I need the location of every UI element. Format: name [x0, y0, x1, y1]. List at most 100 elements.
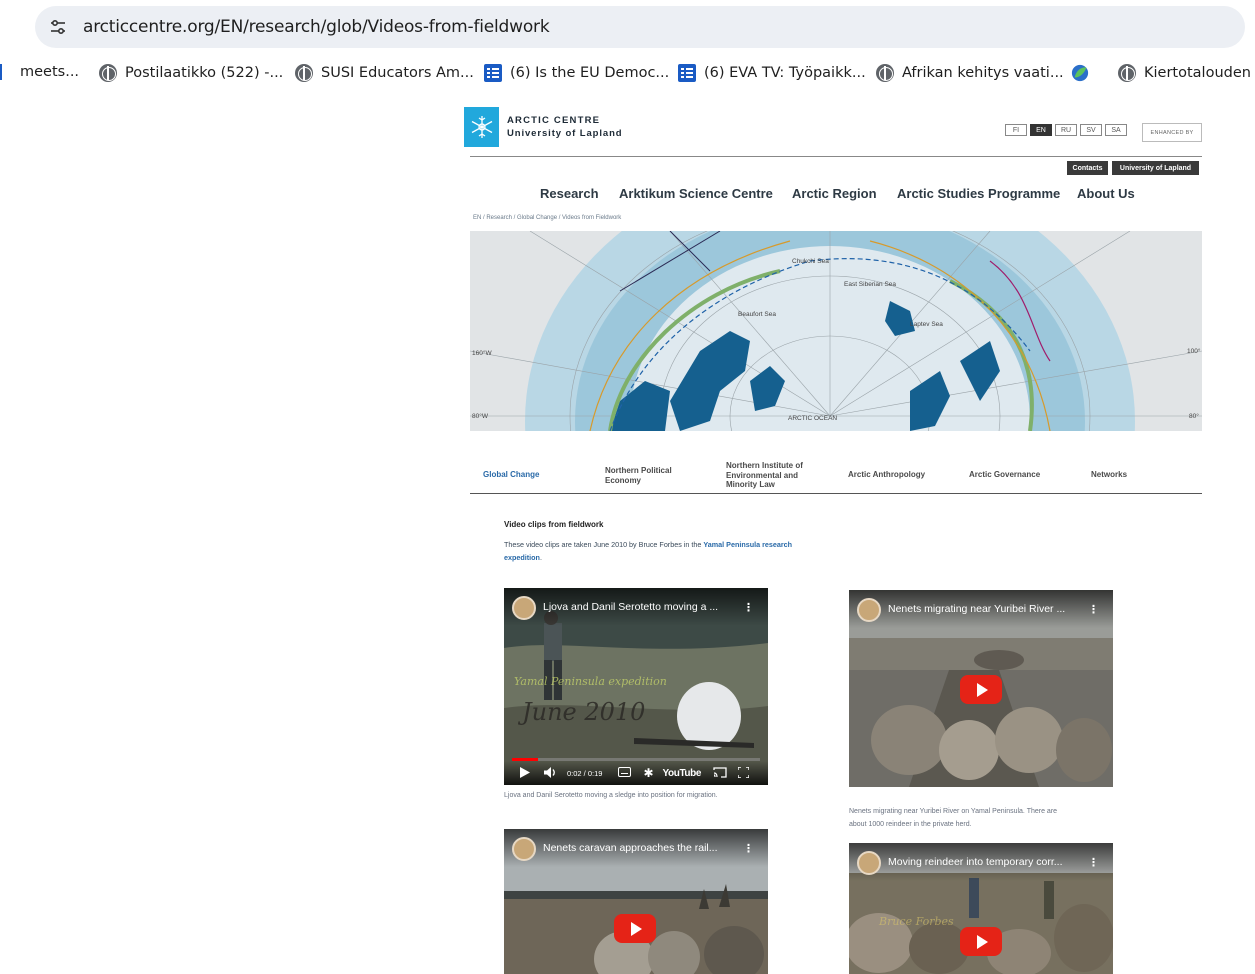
bookmark-label: Afrikan kehitys vaati... [902, 65, 1064, 81]
nav-about-us[interactable]: About Us [1077, 186, 1135, 201]
header-divider [470, 156, 1202, 157]
bookmark-label: meets... [20, 64, 80, 80]
settings-icon[interactable]: ✱ [643, 766, 653, 780]
url-text[interactable]: arcticcentre.org/EN/research/glob/Videos… [83, 17, 550, 37]
bookmark-postilaatikko[interactable]: Postilaatikko (522) -... [99, 64, 283, 82]
map-label-laptev: Laptev Sea [910, 321, 943, 328]
more-options-icon[interactable]: ⋮ [743, 601, 754, 614]
snowflake-icon [471, 116, 492, 138]
globe-icon [1118, 64, 1136, 82]
map-label-80w: 80°W [472, 412, 489, 420]
video-player-1[interactable]: Yamal Peninsula expedition June 2010 Ljo… [504, 588, 768, 785]
lang-sa[interactable]: SA [1105, 124, 1127, 136]
bookmark-label: Postilaatikko (522) -... [125, 65, 284, 81]
channel-avatar[interactable] [857, 598, 881, 622]
globe-icon [99, 64, 117, 82]
bookmarks-bar: meets... Postilaatikko (522) -... SUSI E… [0, 58, 1255, 90]
volume-icon[interactable] [544, 766, 557, 780]
list-icon [678, 64, 696, 82]
bookmark-label: Kiertotalouden [1144, 65, 1251, 81]
bookmark-label: (6) EVA TV: Työpaikk... [704, 65, 866, 81]
play-button-icon[interactable] [960, 927, 1002, 956]
arctic-map-banner: Chukchi Sea East Siberian Sea Beaufort S… [470, 231, 1202, 431]
arctic-centre-logo[interactable] [464, 107, 499, 147]
map-label-arctic-ocean: ARCTIC OCEAN [788, 415, 837, 422]
video-1-overlay-2: June 2010 [517, 698, 645, 726]
map-label-east-siberian: East Siberian Sea [844, 281, 896, 288]
lang-sv[interactable]: SV [1080, 124, 1102, 136]
intro-text-end: . [539, 553, 542, 562]
bookmark-meets[interactable]: meets... [0, 64, 79, 80]
intro-text-body: These video clips are taken June 2010 by… [504, 540, 702, 549]
subnav-arctic-anthropology[interactable]: Arctic Anthropology [848, 470, 925, 480]
intro-text: These video clips are taken June 2010 by… [504, 538, 814, 564]
bookmark-eva-tv[interactable]: (6) EVA TV: Työpaikk... [678, 64, 866, 82]
map-label-100: 100° [1187, 347, 1201, 355]
contacts-link[interactable]: Contacts [1067, 161, 1108, 175]
video-title[interactable]: Moving reindeer into temporary corr... [888, 856, 1063, 868]
bookmark-kiertotalouden[interactable]: Kiertotalouden [1118, 64, 1251, 82]
bookmark-susi[interactable]: SUSI Educators Am... [295, 64, 474, 82]
more-options-icon[interactable]: ⋮ [1088, 856, 1099, 869]
nav-research[interactable]: Research [540, 186, 599, 201]
page-title: Video clips from fieldwork [504, 520, 604, 529]
cast-icon[interactable] [713, 766, 727, 780]
partial-icon [0, 64, 2, 80]
subnav-global-change[interactable]: Global Change [483, 470, 539, 480]
lang-en[interactable]: EN [1030, 124, 1052, 136]
sub-nav: Global Change Northern Political Economy… [470, 456, 1202, 494]
fullscreen-icon[interactable] [737, 765, 750, 780]
video-title[interactable]: Nenets migrating near Yuribei River ... [888, 603, 1065, 615]
address-bar[interactable]: arcticcentre.org/EN/research/glob/Videos… [35, 6, 1245, 48]
subnav-northern-political-economy[interactable]: Northern Political Economy [605, 466, 693, 485]
subtitles-icon[interactable] [618, 767, 632, 779]
channel-avatar[interactable] [512, 596, 536, 620]
subnav-networks[interactable]: Networks [1091, 470, 1127, 480]
channel-avatar[interactable] [512, 837, 536, 861]
leaf-icon [1071, 64, 1089, 82]
channel-avatar[interactable] [857, 851, 881, 875]
bookmark-leaf[interactable] [1071, 64, 1097, 82]
bookmark-label: SUSI Educators Am... [321, 65, 474, 81]
site-subname[interactable]: University of Lapland [507, 128, 623, 139]
more-options-icon[interactable]: ⋮ [1088, 603, 1099, 616]
play-icon[interactable] [520, 766, 530, 780]
site-name[interactable]: ARCTIC CENTRE [507, 115, 600, 126]
more-options-icon[interactable]: ⋮ [743, 842, 754, 855]
map-label-80: 80° [1189, 412, 1199, 420]
video-player-3[interactable]: Nenets caravan approaches the rail... ⋮ [504, 829, 768, 974]
subnav-arctic-governance[interactable]: Arctic Governance [969, 470, 1040, 480]
bookmark-label: (6) Is the EU Democ... [510, 65, 670, 81]
video-title[interactable]: Nenets caravan approaches the rail... [543, 842, 718, 854]
globe-icon [295, 64, 313, 82]
language-switcher: FI EN RU SV SA [1005, 124, 1127, 136]
nav-arctic-region[interactable]: Arctic Region [792, 186, 877, 201]
video-player-2[interactable]: Nenets migrating near Yuribei River ... … [849, 590, 1113, 787]
subnav-niem[interactable]: Northern Institute of Environmental and … [726, 461, 822, 490]
play-button-icon[interactable] [960, 675, 1002, 704]
video-1-overlay-1: Yamal Peninsula expedition [514, 675, 667, 688]
video-player-4[interactable]: Bruce Forbes Moving reindeer into tempor… [849, 843, 1113, 974]
university-link[interactable]: University of Lapland [1112, 161, 1199, 175]
bookmark-eu-democ[interactable]: (6) Is the EU Democ... [484, 64, 669, 82]
nav-arktikum[interactable]: Arktikum Science Centre [619, 186, 773, 201]
video-title[interactable]: Ljova and Danil Serotetto moving a ... [543, 601, 718, 613]
lang-fi[interactable]: FI [1005, 124, 1027, 136]
map-label-chukchi: Chukchi Sea [792, 258, 829, 265]
bookmark-afrikan[interactable]: Afrikan kehitys vaati... [876, 64, 1064, 82]
video-time: 0:02 / 0:19 [567, 768, 603, 778]
video-4-overlay: Bruce Forbes [878, 915, 954, 928]
globe-icon [876, 64, 894, 82]
lang-ru[interactable]: RU [1055, 124, 1077, 136]
map-label-160w: 160°W [472, 349, 492, 357]
list-icon [484, 64, 502, 82]
site-info-icon[interactable] [47, 16, 69, 38]
breadcrumb[interactable]: EN / Research / Global Change / Videos f… [473, 215, 621, 221]
enhanced-by-badge[interactable]: ENHANCED BY [1142, 123, 1202, 142]
nav-arctic-studies[interactable]: Arctic Studies Programme [897, 186, 1060, 201]
main-nav: Research Arktikum Science Centre Arctic … [0, 186, 1255, 204]
play-button-icon[interactable] [614, 914, 656, 943]
video-controls: 0:02 / 0:19 ✱ YouTube [504, 761, 768, 785]
youtube-logo[interactable]: YouTube [663, 768, 702, 779]
video-2-caption: Nenets migrating near Yuribei River on Y… [849, 808, 1058, 828]
